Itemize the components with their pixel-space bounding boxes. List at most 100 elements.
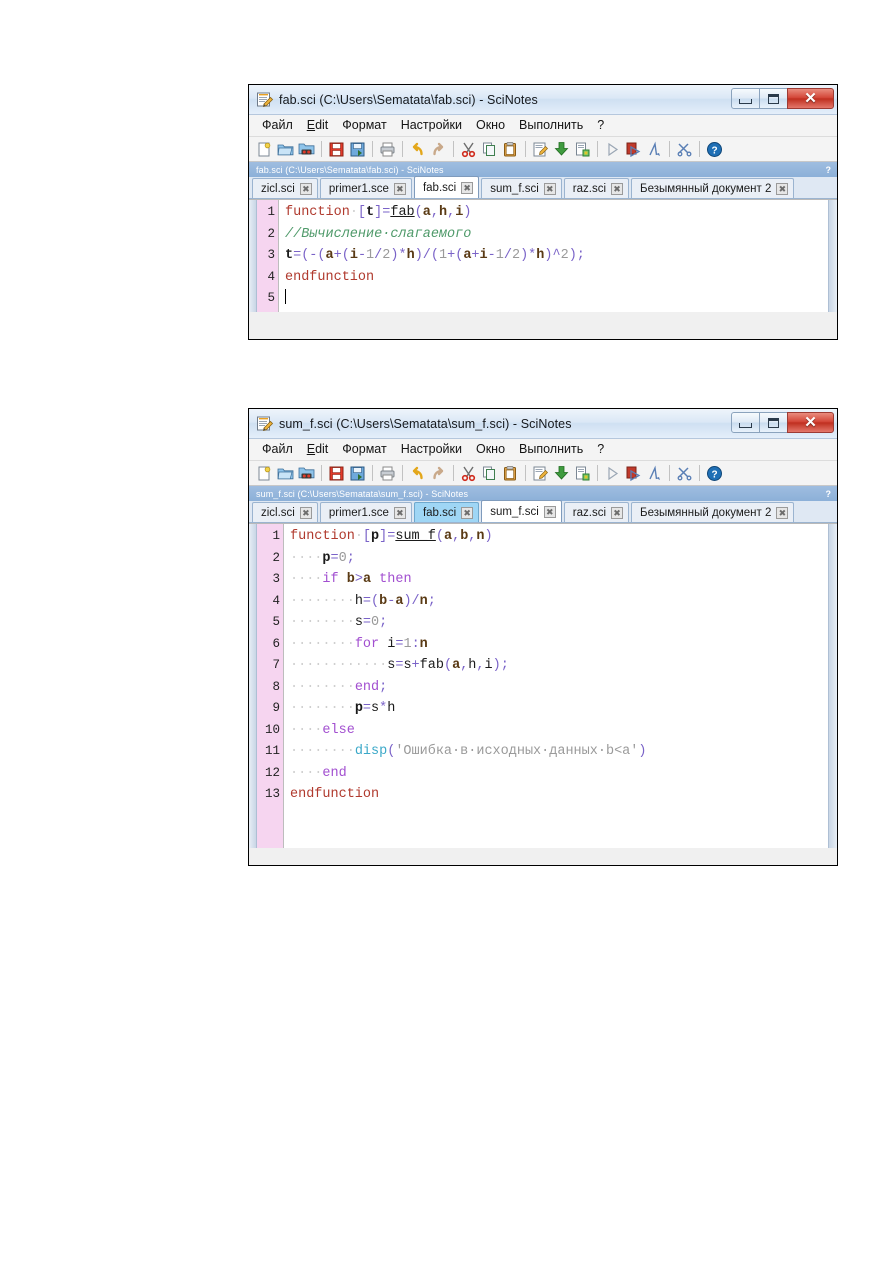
open-recent-icon[interactable] [298, 141, 315, 158]
tab-zicl-sci[interactable]: zicl.sci ✖ [252, 178, 318, 198]
tab-close-icon[interactable]: ✖ [776, 182, 789, 195]
menu-item-execute[interactable]: Выполнить [512, 117, 590, 134]
execute-file-icon[interactable] [532, 465, 549, 482]
tab-close-icon[interactable]: ✖ [461, 181, 474, 194]
window-controls[interactable]: ✕ [731, 88, 834, 109]
tab-raz-sci[interactable]: raz.sci ✖ [563, 178, 630, 198]
paste-icon[interactable] [502, 141, 519, 158]
code-area[interactable]: function·[p]=sum_f(a,b,n) ····p=0; ····i… [284, 524, 828, 848]
open-folder-icon[interactable] [277, 141, 294, 158]
load-into-scilab-icon[interactable] [553, 465, 570, 482]
save-as-icon[interactable] [349, 141, 366, 158]
redo-icon[interactable] [430, 465, 447, 482]
load-into-scilab-icon[interactable] [553, 141, 570, 158]
tab-fab-sci[interactable]: fab.sci ✖ [413, 176, 480, 198]
minimize-button[interactable] [731, 412, 760, 433]
menu-item-settings[interactable]: Настройки [394, 441, 469, 458]
tab-zicl-sci[interactable]: zicl.sci ✖ [252, 502, 318, 522]
tab-sum-f-sci[interactable]: sum_f.sci ✖ [481, 178, 562, 198]
menu-bar[interactable]: Файл Edit Формат Настройки Окно Выполнит… [249, 115, 837, 137]
menu-item-window[interactable]: Окно [469, 117, 512, 134]
tab-fab-sci[interactable]: fab.sci ✖ [413, 502, 480, 522]
tab-raz-sci[interactable]: raz.sci ✖ [563, 502, 630, 522]
tab-close-icon[interactable]: ✖ [776, 506, 789, 519]
menu-item-help[interactable]: ? [590, 117, 611, 134]
copy-icon[interactable] [481, 465, 498, 482]
undo-icon[interactable] [409, 465, 426, 482]
toolbar[interactable]: ? [249, 137, 837, 162]
run-file-icon[interactable] [625, 465, 642, 482]
open-recent-icon[interactable] [298, 465, 315, 482]
cut-icon[interactable] [460, 465, 477, 482]
tab-close-icon[interactable]: ✖ [543, 182, 556, 195]
code-area[interactable]: function·[t]=fab(a,h,i) //Вычисление·сла… [279, 200, 828, 312]
window-controls[interactable]: ✕ [731, 412, 834, 433]
tab-primer1-sce[interactable]: primer1.sce ✖ [319, 178, 412, 198]
save-as-icon[interactable] [349, 465, 366, 482]
editor-right-scrollbar[interactable] [828, 524, 837, 848]
menu-item-format[interactable]: Формат [335, 441, 393, 458]
evaluate-selection-icon[interactable] [646, 465, 663, 482]
scinotes-window-sumf[interactable]: sum_f.sci (C:\Users\Sematata\sum_f.sci) … [248, 408, 838, 866]
tab-primer1-sce[interactable]: primer1.sce ✖ [319, 502, 412, 522]
execute-file-icon[interactable] [532, 141, 549, 158]
menu-item-help[interactable]: ? [590, 441, 611, 458]
help-icon[interactable]: ? [706, 465, 723, 482]
paste-icon[interactable] [502, 465, 519, 482]
save-icon[interactable] [328, 141, 345, 158]
minimize-button[interactable] [731, 88, 760, 109]
tab-sum-f-sci[interactable]: sum_f.sci ✖ [481, 500, 562, 522]
scinotes-window-fab[interactable]: fab.sci (C:\Users\Sematata\fab.sci) - Sc… [248, 84, 838, 340]
dock-help-icon[interactable]: ? [826, 165, 832, 175]
menu-item-format[interactable]: Формат [335, 117, 393, 134]
run-file-icon[interactable] [625, 141, 642, 158]
tab-strip[interactable]: zicl.sci ✖ primer1.sce ✖ fab.sci ✖ sum_f.sc… [249, 500, 837, 523]
run-icon[interactable] [604, 141, 621, 158]
scilab-tools-icon[interactable] [676, 465, 693, 482]
undo-icon[interactable] [409, 141, 426, 158]
menu-item-window[interactable]: Окно [469, 441, 512, 458]
tab-close-icon[interactable]: ✖ [393, 182, 406, 195]
tab-untitled-2[interactable]: Безымянный документ 2 ✖ [631, 178, 795, 198]
menu-bar[interactable]: Файл Edit Формат Настройки Окно Выполнит… [249, 439, 837, 461]
run-icon[interactable] [604, 465, 621, 482]
menu-item-edit[interactable]: Edit [300, 441, 336, 458]
print-icon[interactable] [379, 465, 396, 482]
titlebar[interactable]: fab.sci (C:\Users\Sematata\fab.sci) - Sc… [249, 85, 837, 115]
evaluate-selection-icon[interactable] [646, 141, 663, 158]
code-editor-fab[interactable]: 1 2 3 4 5 function·[t]=fab(a,h,i) //Вычи… [249, 199, 837, 312]
tab-untitled-2[interactable]: Безымянный документ 2 ✖ [631, 502, 795, 522]
new-file-icon[interactable] [256, 141, 273, 158]
save-icon[interactable] [328, 465, 345, 482]
editor-left-scrollbar[interactable] [249, 200, 257, 312]
toolbar[interactable]: ? [249, 461, 837, 486]
export-icon[interactable] [574, 141, 591, 158]
tab-close-icon[interactable]: ✖ [299, 506, 312, 519]
copy-icon[interactable] [481, 141, 498, 158]
tab-strip[interactable]: zicl.sci ✖ primer1.sce ✖ fab.sci ✖ sum_f.sc… [249, 176, 837, 199]
menu-item-settings[interactable]: Настройки [394, 117, 469, 134]
tab-close-icon[interactable]: ✖ [461, 506, 474, 519]
scilab-tools-icon[interactable] [676, 141, 693, 158]
dock-help-icon[interactable]: ? [826, 489, 832, 499]
menu-item-file[interactable]: Файл [255, 117, 300, 134]
close-button[interactable]: ✕ [787, 412, 834, 433]
tab-close-icon[interactable]: ✖ [393, 506, 406, 519]
tab-close-icon[interactable]: ✖ [299, 182, 312, 195]
editor-right-scrollbar[interactable] [828, 200, 837, 312]
new-file-icon[interactable] [256, 465, 273, 482]
titlebar[interactable]: sum_f.sci (C:\Users\Sematata\sum_f.sci) … [249, 409, 837, 439]
menu-item-edit[interactable]: Edit [300, 117, 336, 134]
print-icon[interactable] [379, 141, 396, 158]
menu-item-execute[interactable]: Выполнить [512, 441, 590, 458]
maximize-button[interactable] [759, 412, 788, 433]
help-icon[interactable]: ? [706, 141, 723, 158]
tab-close-icon[interactable]: ✖ [611, 182, 624, 195]
code-editor-sumf[interactable]: 1 2 3 4 5 6 7 8 9 10 11 12 13 function·[… [249, 523, 837, 848]
close-button[interactable]: ✕ [787, 88, 834, 109]
tab-close-icon[interactable]: ✖ [543, 505, 556, 518]
open-folder-icon[interactable] [277, 465, 294, 482]
editor-left-scrollbar[interactable] [249, 524, 257, 848]
redo-icon[interactable] [430, 141, 447, 158]
cut-icon[interactable] [460, 141, 477, 158]
